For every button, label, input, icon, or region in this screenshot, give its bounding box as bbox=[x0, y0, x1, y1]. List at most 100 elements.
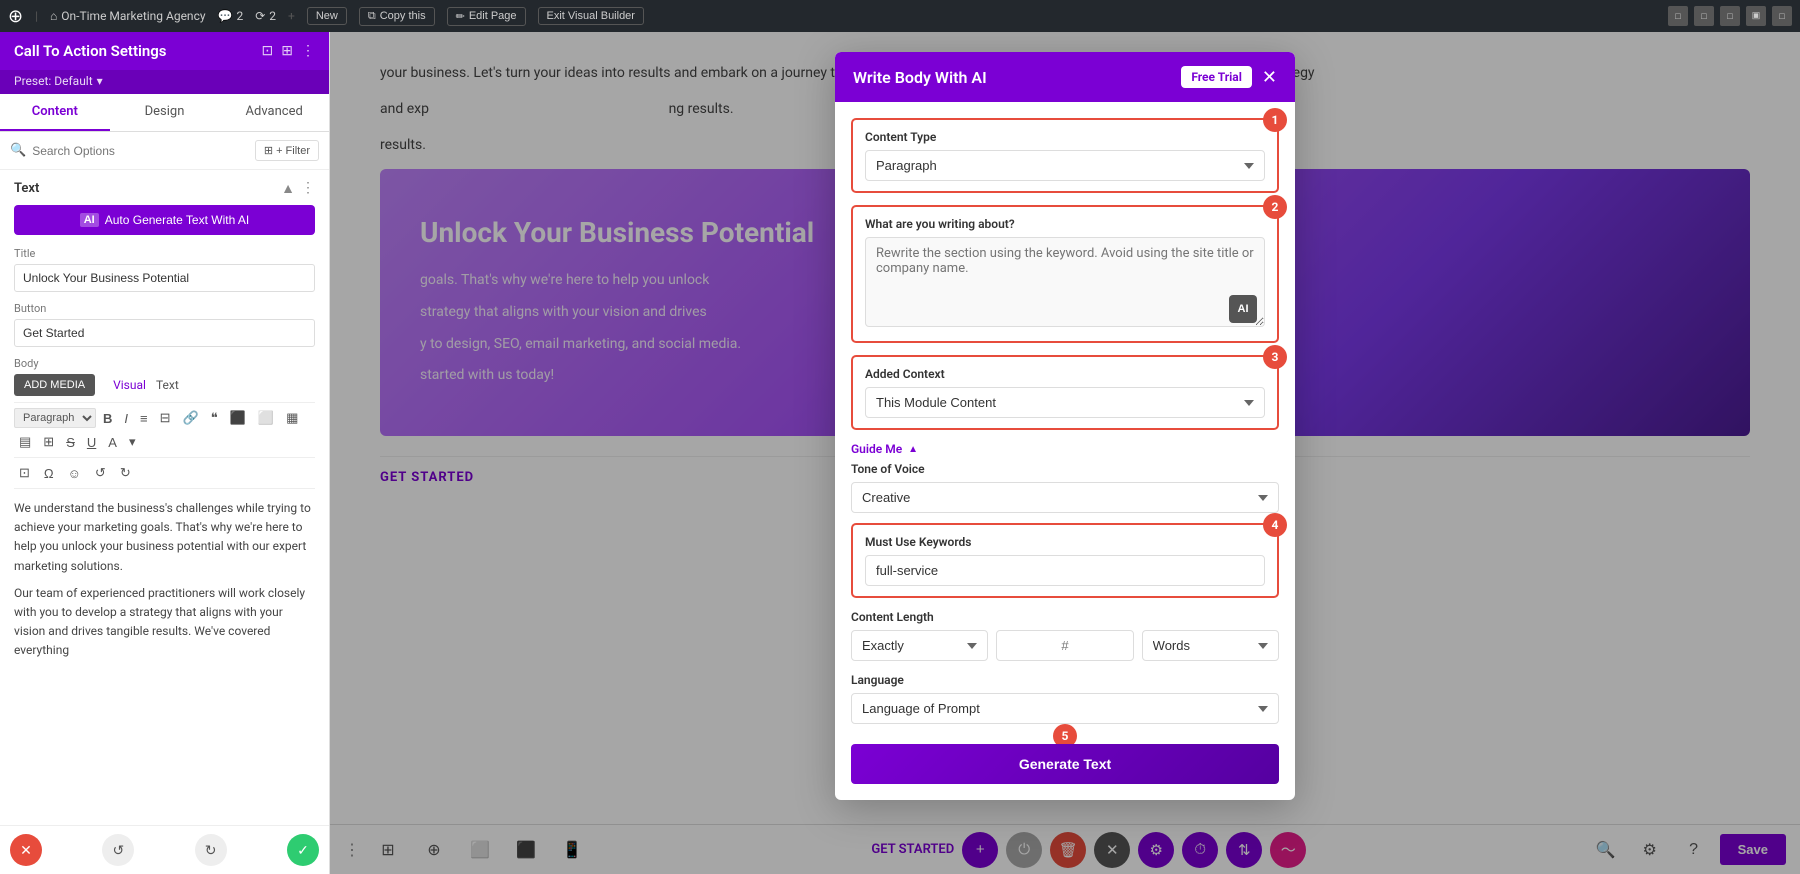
tab-advanced[interactable]: Advanced bbox=[219, 94, 329, 131]
content-type-select[interactable]: Paragraph List Quote bbox=[865, 150, 1265, 181]
step-1-number: 1 bbox=[1263, 108, 1287, 132]
title-field-group: Title bbox=[14, 247, 315, 292]
align-left-button[interactable]: ⬛ bbox=[225, 407, 251, 429]
edit-page-button[interactable]: ✏ Edit Page bbox=[447, 7, 526, 26]
generate-btn-container: 5 Generate Text bbox=[851, 738, 1279, 784]
ai-icon: AI bbox=[80, 213, 99, 227]
modal-overlay: Write Body With AI Free Trial ✕ Content … bbox=[330, 32, 1800, 874]
undo-button[interactable]: ↺ bbox=[90, 462, 111, 484]
align-justify-button[interactable]: ▤ bbox=[14, 431, 36, 453]
length-number-input[interactable] bbox=[996, 630, 1133, 661]
tab-design[interactable]: Design bbox=[110, 94, 220, 131]
ai-assist-button[interactable]: AI bbox=[1229, 295, 1257, 323]
quote-button[interactable]: ❝ bbox=[206, 407, 223, 429]
corner-icon-3[interactable]: □ bbox=[1720, 6, 1740, 26]
textarea-wrap: AI bbox=[865, 237, 1265, 331]
step-3-number: 3 bbox=[1263, 345, 1287, 369]
body-paragraph-1: We understand the business's challenges … bbox=[14, 499, 315, 576]
length-type-select[interactable]: Exactly At Least At Most bbox=[851, 630, 988, 661]
corner-icon-5[interactable]: □ bbox=[1772, 6, 1792, 26]
color-button[interactable]: A bbox=[103, 432, 122, 453]
filter-button[interactable]: ⊞ + Filter bbox=[255, 140, 319, 161]
page-area: your business. Let's turn your ideas int… bbox=[330, 32, 1800, 874]
tab-content[interactable]: Content bbox=[0, 94, 110, 131]
step-2-topic: What are you writing about? AI 2 bbox=[851, 205, 1279, 343]
text-tab[interactable]: Text bbox=[156, 378, 179, 392]
sidebar-header-icons: ⊡ ⊞ ⋮ bbox=[262, 43, 315, 59]
italic-button[interactable]: I bbox=[119, 408, 133, 429]
language-select[interactable]: Language of Prompt English Spanish Frenc… bbox=[851, 693, 1279, 724]
copy-this-button[interactable]: ⧉ Copy this bbox=[359, 7, 435, 26]
comment-icon: 💬 bbox=[218, 9, 233, 23]
sidebar-title: Call To Action Settings bbox=[14, 42, 167, 60]
table2-button[interactable]: ⊡ bbox=[14, 462, 35, 484]
sidebar: Call To Action Settings ⊡ ⊞ ⋮ Preset: De… bbox=[0, 32, 330, 874]
redo-bottom-button[interactable]: ↻ bbox=[195, 834, 227, 866]
step-1-content-type: Content Type Paragraph List Quote 1 bbox=[851, 118, 1279, 193]
corner-icon-2[interactable]: □ bbox=[1694, 6, 1714, 26]
length-unit-select[interactable]: Words Sentences Paragraphs bbox=[1142, 630, 1279, 661]
align-center-button[interactable]: ⬜ bbox=[253, 407, 279, 429]
step-2-number: 2 bbox=[1263, 195, 1287, 219]
context-select[interactable]: This Module Content Page Content None bbox=[865, 387, 1265, 418]
table-button[interactable]: ⊞ bbox=[38, 431, 59, 453]
button-label: Button bbox=[14, 302, 315, 315]
update-count[interactable]: ⟳ 2 bbox=[255, 9, 276, 23]
body-text-content: We understand the business's challenges … bbox=[14, 489, 315, 679]
bold-button[interactable]: B bbox=[98, 408, 117, 429]
special-char-button[interactable]: Ω bbox=[39, 462, 59, 484]
modal-close-button[interactable]: ✕ bbox=[1262, 68, 1277, 86]
emoji-button[interactable]: ☺ bbox=[63, 462, 86, 484]
cancel-button[interactable]: ✕ bbox=[10, 834, 42, 866]
ordered-list-button[interactable]: ⊟ bbox=[155, 407, 176, 429]
body-paragraph-2: Our team of experienced practitioners wi… bbox=[14, 584, 315, 661]
section-more-icon[interactable]: ⋮ bbox=[301, 180, 315, 197]
tone-select[interactable]: Creative Professional Casual Formal bbox=[851, 482, 1279, 513]
site-name[interactable]: ⌂ On-Time Marketing Agency bbox=[50, 9, 206, 23]
confirm-button[interactable]: ✓ bbox=[287, 834, 319, 866]
corner-icon-4[interactable]: ▣ bbox=[1746, 6, 1766, 26]
exit-builder-button[interactable]: Exit Visual Builder bbox=[538, 7, 644, 25]
corner-icons: □ □ □ ▣ □ bbox=[1668, 6, 1792, 26]
search-input[interactable] bbox=[32, 144, 249, 158]
new-button[interactable]: New bbox=[307, 7, 347, 25]
step-3-context: Added Context This Module Content Page C… bbox=[851, 355, 1279, 430]
more-options-icon[interactable]: ⋮ bbox=[301, 43, 315, 59]
update-icon: ⟳ bbox=[255, 9, 265, 23]
topic-textarea[interactable] bbox=[865, 237, 1265, 327]
preset-selector[interactable]: Preset: Default ▾ bbox=[0, 70, 329, 94]
unordered-list-button[interactable]: ≡ bbox=[135, 408, 153, 429]
redo-button[interactable]: ↻ bbox=[115, 462, 136, 484]
ai-generate-button[interactable]: AI Auto Generate Text With AI bbox=[14, 205, 315, 235]
link-button[interactable]: 🔗 bbox=[178, 407, 204, 429]
button-input[interactable] bbox=[14, 319, 315, 347]
wp-admin-bar: ⊕ | ⌂ On-Time Marketing Agency 💬 2 ⟳ 2 +… bbox=[0, 0, 1800, 32]
ai-modal: Write Body With AI Free Trial ✕ Content … bbox=[835, 52, 1295, 800]
filter-icon: ⊞ bbox=[264, 144, 273, 157]
collapse-icon[interactable]: ▲ bbox=[281, 180, 295, 197]
more-toolbar-button[interactable]: ▾ bbox=[124, 431, 141, 453]
align-right-button[interactable]: ▦ bbox=[281, 407, 303, 429]
sidebar-bottom-bar: ✕ ↺ ↻ ✓ bbox=[0, 825, 329, 874]
expand-icon[interactable]: ⊞ bbox=[281, 43, 293, 59]
visual-tab[interactable]: Visual bbox=[113, 378, 146, 392]
step-4-keywords: Must Use Keywords 4 bbox=[851, 523, 1279, 598]
title-input[interactable] bbox=[14, 264, 315, 292]
corner-icon-1[interactable]: □ bbox=[1668, 6, 1688, 26]
language-group: Language Language of Prompt English Span… bbox=[851, 673, 1279, 724]
minimize-icon[interactable]: ⊡ bbox=[262, 43, 274, 59]
guide-me-link[interactable]: Guide Me bbox=[851, 442, 902, 456]
underline-button[interactable]: U bbox=[82, 432, 101, 453]
free-trial-badge[interactable]: Free Trial bbox=[1181, 66, 1252, 88]
undo-bottom-button[interactable]: ↺ bbox=[102, 834, 134, 866]
strikethrough-button[interactable]: S bbox=[61, 432, 80, 453]
comment-count[interactable]: 💬 2 bbox=[218, 9, 244, 23]
add-media-button[interactable]: ADD MEDIA bbox=[14, 374, 95, 396]
step-4-number: 4 bbox=[1263, 513, 1287, 537]
generate-text-button[interactable]: Generate Text bbox=[851, 744, 1279, 784]
search-bar: 🔍 ⊞ + Filter bbox=[0, 132, 329, 170]
format-select[interactable]: Paragraph bbox=[14, 408, 96, 428]
title-label: Title bbox=[14, 247, 315, 260]
keywords-input[interactable] bbox=[865, 555, 1265, 586]
tone-label: Tone of Voice bbox=[851, 462, 1279, 476]
